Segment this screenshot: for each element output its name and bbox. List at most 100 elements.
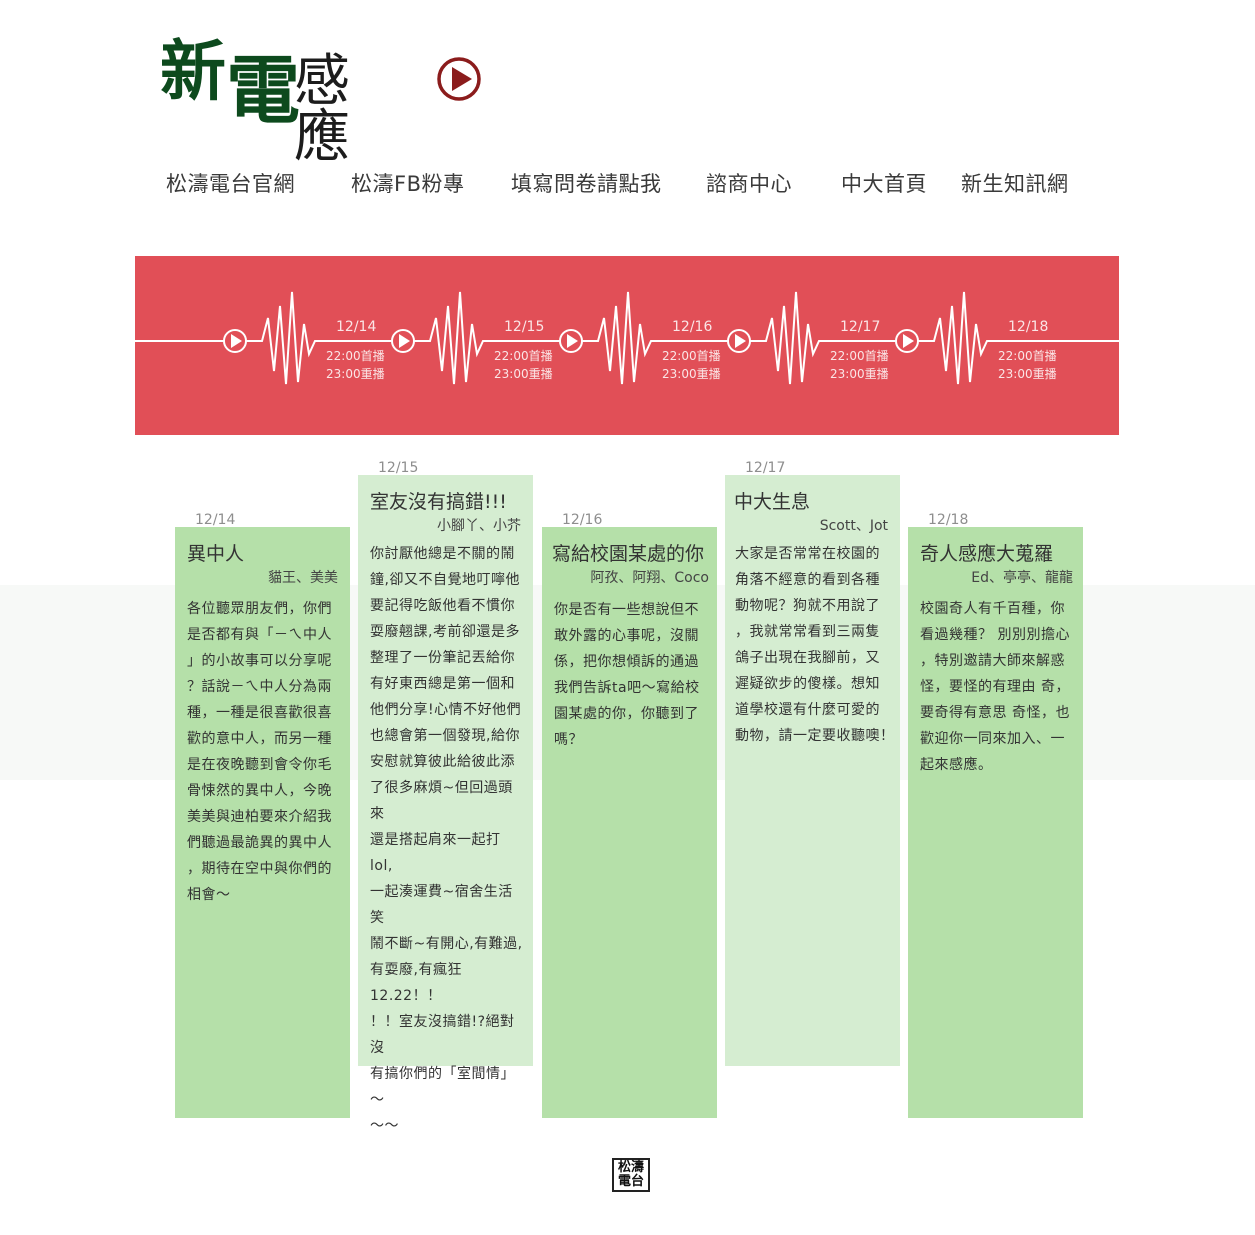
description-line: 嗎？ (554, 732, 583, 748)
description-line: 大家是否常常在校園的 (735, 546, 880, 562)
description-line: 怪，要怪的有理由 奇， (920, 679, 1070, 695)
description-line: 整理了一份筆記丟給你 (370, 650, 515, 666)
episode-replay-time: 23:00重播 (662, 367, 721, 381)
description-line: 校園奇人有千百種，你 (920, 601, 1065, 617)
description-line: ～～ (370, 1118, 399, 1134)
card-date: 12/18 (928, 512, 969, 528)
description-line: 」的小故事可以分享呢 (187, 653, 332, 669)
logo-char-dian: 電 (226, 48, 300, 134)
card-description: 各位聽眾朋友們，你們 是否都有與「－ㄟ中人 」的小故事可以分享呢 ？話說－ㄟ中人分為兩… (187, 596, 340, 908)
description-line: 是否都有與「－ㄟ中人 (187, 627, 332, 643)
episode-card-1218[interactable]: 12/18 奇人感應大蒐羅 Ed、亭亭、龍龍 校園奇人有千百種，你 看過幾種？ 別… (908, 512, 1083, 1118)
description-line: 也總會第一個發現,給你 (370, 728, 520, 744)
card-description: 大家是否常常在校園的 角落不經意的看到各種 動物呢？狗就不用說了 ，我就常常看到三兩隻… (735, 541, 896, 749)
card-title: 奇人感應大蒐羅 (920, 543, 1054, 565)
description-line: 耍廢翹課,考前卻還是多 (370, 624, 520, 640)
description-line: 要奇得有意思 奇怪，也 (920, 705, 1070, 721)
description-line: 起來感應。 (920, 757, 993, 773)
episode-date: 12/14 (336, 319, 376, 335)
episode-replay-time: 23:00重播 (998, 367, 1057, 381)
description-line: 動物呢？狗就不用說了 (735, 598, 880, 614)
description-line: 園某處的你，你聽到了 (554, 706, 699, 722)
nav-link-survey[interactable]: 填寫問卷請點我 (511, 168, 662, 198)
episode-card-1215[interactable]: 12/15 室友沒有搞錯!!! 小腳丫、小芥 你討厭他總是不關的鬧 鐘,卻又不自覺… (358, 460, 533, 1134)
card-description: 你是否有一些想說但不 敢外露的心事呢，沒關 係，把你想傾訴的通過 我們告訴ta吧～寫給… (554, 597, 707, 753)
description-line: 還是搭起肩來一起打lol, (370, 832, 501, 874)
nav-link-ncu-home[interactable]: 中大首頁 (841, 168, 927, 198)
episode-replay-time: 23:00重播 (494, 367, 553, 381)
episode-play-icon[interactable] (727, 329, 751, 353)
episode-play-icon[interactable] (895, 329, 919, 353)
description-line: 鐘,卻又不自覺地叮嚀他 (370, 572, 520, 588)
description-line: ，特別邀請大師來解惑 (920, 653, 1065, 669)
description-line: 骨悚然的異中人，今晚 (187, 783, 332, 799)
episode-date: 12/18 (1008, 319, 1048, 335)
card-title: 中大生息 (734, 491, 811, 513)
nav-link-counseling[interactable]: 諮商中心 (706, 168, 792, 198)
nav-link-facebook[interactable]: 松濤FB粉專 (351, 168, 465, 198)
episode-premiere-time: 22:00首播 (326, 349, 385, 363)
description-line: 你討厭他總是不關的鬧 (370, 546, 515, 562)
top-nav: 松濤電台官網 松濤FB粉專 填寫問卷請點我 諮商中心 中大首頁 新生知訊網 (0, 168, 1255, 198)
episode-premiere-time: 22:00首播 (998, 349, 1057, 363)
nav-link-freshman[interactable]: 新生知訊網 (961, 168, 1069, 198)
description-line: 美美與迪柏要來介紹我 (187, 809, 332, 825)
card-title: 寫給校園某處的你 (552, 543, 705, 565)
episode-date: 12/15 (504, 319, 544, 335)
description-line: 們聽過最詭異的異中人 (187, 835, 332, 851)
heartbeat-line: 12/14 22:00首播 23:00重播 12/15 22:00首播 23:00重播 12… (135, 291, 1119, 385)
episode-premiere-time: 22:00首播 (494, 349, 553, 363)
description-line: 種，一種是很喜歡很喜 (187, 705, 332, 721)
card-description: 校園奇人有千百種，你 看過幾種？ 別別別擔心 ，特別邀請大師來解惑 怪，要怪的有理由 … (920, 596, 1073, 778)
description-line: 係，把你想傾訴的通過 (554, 654, 699, 670)
schedule-banner: 12/14 22:00首播 23:00重播 12/15 22:00首播 23:00重播 12… (135, 256, 1119, 435)
card-date: 12/16 (562, 512, 603, 528)
description-line: 安慰就算彼此給彼此添 (370, 754, 515, 770)
episode-card-1214[interactable]: 12/14 異中人 貓王、美美 各位聽眾朋友們，你們 是否都有與「－ㄟ中人 」的小故… (175, 512, 350, 1118)
episode-replay-time: 23:00重播 (326, 367, 385, 381)
description-line: 道學校還有什麼可愛的 (735, 702, 880, 718)
episode-play-icon[interactable] (391, 329, 415, 353)
play-circle-icon[interactable] (437, 57, 481, 101)
seal-top: 松濤 (617, 1160, 644, 1175)
card-date: 12/14 (195, 512, 236, 528)
card-title: 異中人 (187, 543, 245, 565)
description-line: 動物，請一定要收聽噢！ (735, 728, 895, 744)
episode-play-icon[interactable] (223, 329, 247, 353)
heartbeat-path (135, 291, 1119, 385)
description-line: 有搞你們的「室間情」～ (370, 1066, 515, 1108)
card-title: 室友沒有搞錯!!! (370, 491, 507, 513)
logo-char-xin: 新 (160, 32, 226, 110)
description-line: 是在夜晚聽到會令你毛 (187, 757, 332, 773)
description-line: 他們分享!心情不好他們 (370, 702, 522, 718)
card-description: 你討厭他總是不關的鬧 鐘,卻又不自覺地叮嚀他 要記得吃飯他看不慣你 耍廢翹課,考前卻還… (370, 541, 523, 1139)
logo-subtitle: 感應 (294, 49, 352, 170)
description-line: 有好東西總是第一個和 (370, 676, 515, 692)
card-date: 12/15 (378, 460, 419, 476)
description-line: 看過幾種？ 別別別擔心 (920, 627, 1070, 643)
description-line: 遲疑欲步的傻樣。想知 (735, 676, 880, 692)
description-line: ，期待在空中與你們的 (187, 861, 332, 877)
card-author: Scott、Jot (819, 518, 888, 534)
card-date: 12/17 (745, 460, 786, 476)
episode-play-icon[interactable] (559, 329, 583, 353)
description-line: 鴿子出現在我腳前，又 (735, 650, 880, 666)
card-author: 阿孜、阿翔、Coco (590, 570, 709, 586)
episode-card-1216[interactable]: 12/16 寫給校園某處的你 阿孜、阿翔、Coco 你是否有一些想說但不 敢外露的… (542, 512, 717, 1118)
episode-date: 12/17 (840, 319, 880, 335)
episode-premiere-time: 22:00首播 (830, 349, 889, 363)
description-line: 敢外露的心事呢，沒關 (554, 628, 699, 644)
description-line: 相會～ (187, 887, 231, 903)
nav-link-station[interactable]: 松濤電台官網 (166, 168, 295, 198)
description-line: 角落不經意的看到各種 (735, 572, 880, 588)
description-line: 鬧不斷~有開心,有難過, (370, 936, 523, 952)
description-line: 我們告訴ta吧～寫給校 (554, 680, 700, 696)
description-line: ，我就常常看到三兩隻 (735, 624, 880, 640)
description-line: 各位聽眾朋友們，你們 (187, 601, 332, 617)
description-line: 有耍廢,有瘋狂12.22！！ (370, 962, 462, 1004)
episode-card-1217[interactable]: 12/17 中大生息 Scott、Jot 大家是否常常在校園的 角落不經意的看到各… (725, 460, 900, 1066)
card-author: 小腳丫、小芥 (437, 518, 521, 534)
description-line: ！！室友沒搞錯!?絕對沒 (370, 1014, 515, 1056)
description-line: 歡迎你一同來加入、一 (920, 731, 1065, 747)
description-line: 了很多麻煩~但回過頭來 (370, 780, 513, 822)
